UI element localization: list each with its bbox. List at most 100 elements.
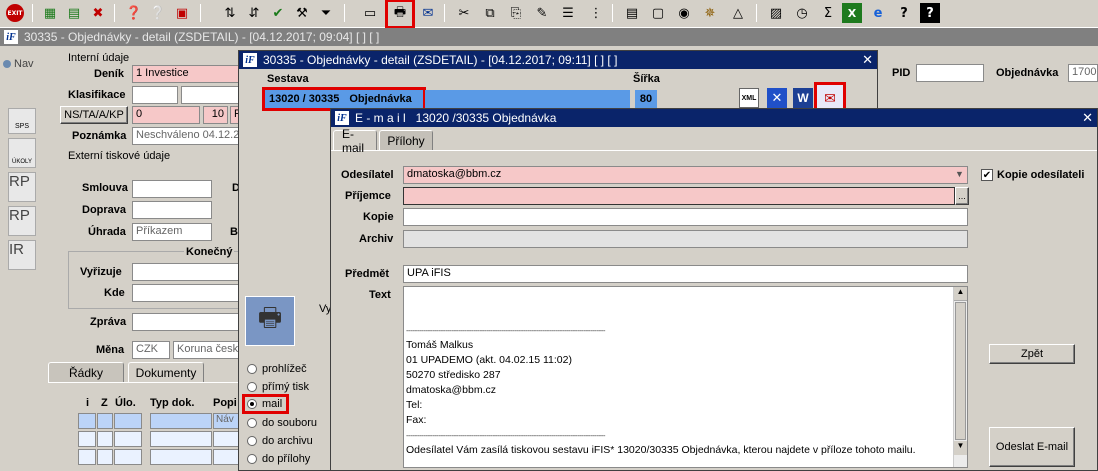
scroll-up-icon[interactable]: ▲ bbox=[954, 287, 967, 301]
copy-icon[interactable]: ⧉ bbox=[480, 3, 500, 23]
option-do-archivu[interactable]: do archivu bbox=[247, 435, 313, 447]
pid-field[interactable] bbox=[916, 64, 984, 82]
table-cell[interactable] bbox=[150, 449, 212, 465]
sirka-field[interactable]: 80 bbox=[635, 90, 657, 108]
query-clear-icon[interactable]: ▣ bbox=[172, 3, 192, 23]
document-icon[interactable]: ▤ bbox=[622, 3, 642, 23]
excel-icon[interactable]: X bbox=[842, 3, 862, 23]
table-cell[interactable] bbox=[213, 449, 240, 465]
sort-desc-icon[interactable]: ⇵ bbox=[244, 3, 264, 23]
scroll-down-icon[interactable]: ▼ bbox=[954, 441, 967, 455]
nav-button[interactable]: Nav bbox=[3, 58, 34, 70]
odesilatel-select[interactable]: dmatoska@bbm.cz bbox=[403, 166, 968, 184]
globe-icon[interactable]: ◉ bbox=[674, 3, 694, 23]
poznamka-field[interactable]: Neschváleno 04.12.2 bbox=[132, 127, 240, 145]
option-primy-tisk[interactable]: přímý tisk bbox=[247, 381, 309, 393]
ir-icon[interactable]: IR bbox=[8, 240, 36, 270]
filter-icon[interactable]: ⏷ bbox=[316, 3, 336, 23]
recipient-lookup-button[interactable]: ... bbox=[955, 187, 969, 205]
tree-icon[interactable]: ⋮ bbox=[586, 3, 606, 23]
rp-icon-1[interactable]: RP bbox=[8, 172, 36, 202]
rp-icon-2[interactable]: RP bbox=[8, 206, 36, 236]
save-icon[interactable]: ▤ bbox=[64, 3, 84, 23]
sestava-row[interactable]: 13020 / 30335 Objednávka bbox=[262, 87, 426, 111]
email-body-textarea[interactable]: ----------------------------------------… bbox=[403, 286, 968, 468]
table-cell[interactable] bbox=[97, 449, 113, 465]
option-mail[interactable]: mail bbox=[241, 394, 290, 414]
denik-field[interactable]: 1 Investice bbox=[132, 65, 240, 83]
close-icon[interactable]: ✕ bbox=[862, 52, 873, 68]
image-icon[interactable]: ▨ bbox=[766, 3, 786, 23]
paste-icon[interactable]: ⎘ bbox=[506, 3, 526, 23]
mena-code-field[interactable]: CZK bbox=[132, 341, 170, 359]
table-cell[interactable] bbox=[213, 431, 240, 447]
klasifikace-field-2[interactable] bbox=[181, 86, 240, 104]
table-cell[interactable] bbox=[114, 449, 142, 465]
zprava-field[interactable] bbox=[132, 313, 240, 331]
table-cell[interactable] bbox=[97, 431, 113, 447]
mena-name-field[interactable]: Koruna česk bbox=[173, 341, 240, 359]
table-cell[interactable] bbox=[78, 413, 96, 429]
kde-field[interactable] bbox=[132, 284, 240, 302]
scrollbar-thumb[interactable] bbox=[955, 302, 966, 440]
print-preview-icon[interactable]: ▭ bbox=[360, 3, 380, 23]
chart-icon[interactable]: △ bbox=[728, 3, 748, 23]
table-cell[interactable] bbox=[114, 431, 142, 447]
tasks-icon[interactable]: ÚKOLY bbox=[8, 138, 36, 168]
tab-prilohy[interactable]: Přílohy bbox=[379, 130, 433, 150]
compass-icon[interactable]: ✵ bbox=[700, 3, 720, 23]
list-icon[interactable]: ☰ bbox=[558, 3, 578, 23]
cut-icon[interactable]: ✂ bbox=[454, 3, 474, 23]
objednavka-field[interactable]: 17000 bbox=[1068, 64, 1098, 82]
ns-ta-button[interactable]: NS/TA/A/KP bbox=[60, 106, 128, 124]
tools-icon[interactable]: ⚒ bbox=[292, 3, 312, 23]
mail-icon[interactable]: ✉ bbox=[418, 3, 438, 23]
delete-icon[interactable]: ✖ bbox=[88, 3, 108, 23]
print-icon[interactable]: 🖶 bbox=[385, 0, 415, 29]
smlouva-field[interactable] bbox=[132, 180, 212, 198]
vyrizuje-field[interactable] bbox=[132, 263, 240, 281]
attachment-icon[interactable]: ▢ bbox=[648, 3, 668, 23]
query-icon[interactable]: ❓ bbox=[124, 3, 144, 23]
uhrada-field[interactable]: Příkazem bbox=[132, 223, 212, 241]
sps-icon[interactable]: SPS bbox=[8, 108, 36, 134]
option-prohlizec[interactable]: prohlížeč bbox=[247, 363, 307, 375]
help-context-icon[interactable]: ? bbox=[920, 3, 940, 23]
tab-email[interactable]: E-mail bbox=[333, 127, 377, 155]
ns-field-2[interactable]: 10 bbox=[203, 106, 228, 124]
sestava-description[interactable] bbox=[425, 90, 630, 108]
table-cell[interactable] bbox=[78, 449, 96, 465]
dropdown-arrow-icon[interactable]: ▼ bbox=[955, 169, 964, 179]
sort-icon[interactable]: ⇅ bbox=[220, 3, 240, 23]
kopie-odesilateli-checkbox[interactable]: ✔ bbox=[981, 169, 993, 181]
zpet-button[interactable]: Zpět bbox=[989, 344, 1075, 364]
table-cell[interactable] bbox=[150, 413, 212, 429]
help-icon[interactable]: ? bbox=[894, 3, 914, 23]
add-record-icon[interactable]: ▦ bbox=[40, 3, 60, 23]
kopie-field[interactable] bbox=[403, 208, 968, 226]
word-export-icon[interactable]: W bbox=[793, 88, 813, 108]
table-cell[interactable] bbox=[97, 413, 113, 429]
xml-transform-icon[interactable]: ✕ bbox=[767, 88, 787, 108]
sum-icon[interactable]: Σ bbox=[818, 3, 838, 23]
xml-export-icon[interactable]: XML bbox=[739, 88, 759, 108]
table-cell[interactable] bbox=[150, 431, 212, 447]
query-enter-icon[interactable]: ❔ bbox=[148, 3, 168, 23]
scrollbar[interactable]: ▲ ▼ bbox=[953, 287, 967, 467]
klasifikace-field-1[interactable] bbox=[132, 86, 178, 104]
exit-icon[interactable]: EXIT bbox=[4, 3, 26, 23]
table-cell[interactable]: Náv bbox=[213, 413, 240, 429]
send-email-button[interactable]: Odeslat E-mail bbox=[989, 427, 1075, 467]
commit-icon[interactable]: ✔ bbox=[268, 3, 288, 23]
doprava-field[interactable] bbox=[132, 201, 212, 219]
ie-icon[interactable]: e bbox=[868, 3, 888, 23]
ns-field-1[interactable]: 0 bbox=[132, 106, 200, 124]
tab-radky[interactable]: Řádky bbox=[48, 362, 124, 382]
edit-icon[interactable]: ✎ bbox=[532, 3, 552, 23]
tab-dokumenty[interactable]: Dokumenty bbox=[128, 362, 204, 382]
table-cell[interactable] bbox=[78, 431, 96, 447]
prijemce-field[interactable] bbox=[403, 187, 955, 205]
predmet-field[interactable]: UPA iFIS bbox=[403, 265, 968, 283]
close-icon[interactable]: ✕ bbox=[1082, 110, 1093, 126]
clock-icon[interactable]: ◷ bbox=[792, 3, 812, 23]
